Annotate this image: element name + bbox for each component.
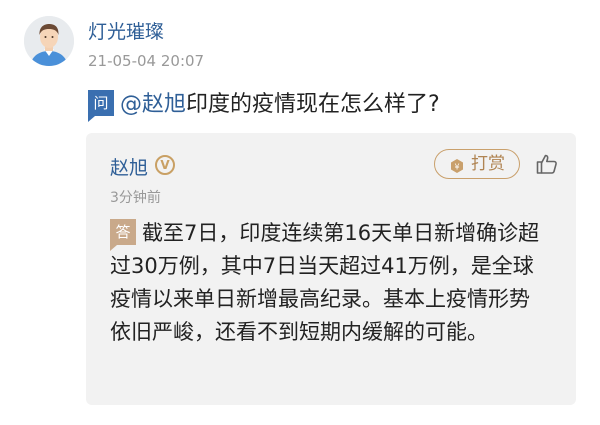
answer-card: 赵旭 V 3分钟前 ¥ 打赏 答截至7日，印度连续第16天单日新增确诊超过30万… xyxy=(86,133,576,405)
answer-time: 3分钟前 xyxy=(110,190,161,206)
answer-text: 截至7日，印度连续第16天单日新增确诊超过30万例，其中7日当天超过41万例，是… xyxy=(110,221,540,344)
post-timestamp: 21-05-04 20:07 xyxy=(88,52,205,70)
tip-button[interactable]: ¥ 打赏 xyxy=(434,149,520,179)
verified-badge-icon: V xyxy=(155,155,175,175)
user-avatar[interactable] xyxy=(24,16,74,66)
question-badge: 问 xyxy=(88,90,114,122)
post-author-name[interactable]: 灯光璀璨 xyxy=(88,17,164,44)
answer-body: 答截至7日，印度连续第16天单日新增确诊超过30万例，其中7日当天超过41万例，… xyxy=(110,217,550,349)
answer-author-name[interactable]: 赵旭 xyxy=(110,153,148,180)
question-text: 印度的疫情现在怎么样了? xyxy=(186,92,440,117)
answer-badge: 答 xyxy=(110,219,136,251)
tip-button-label: 打赏 xyxy=(471,153,505,174)
svg-text:¥: ¥ xyxy=(454,163,459,172)
question: 问 @赵旭印度的疫情现在怎么样了? xyxy=(88,90,440,122)
coin-icon: ¥ xyxy=(449,156,465,173)
question-mention-link[interactable]: @赵旭 xyxy=(120,92,186,117)
thumbs-up-icon[interactable] xyxy=(535,152,559,176)
